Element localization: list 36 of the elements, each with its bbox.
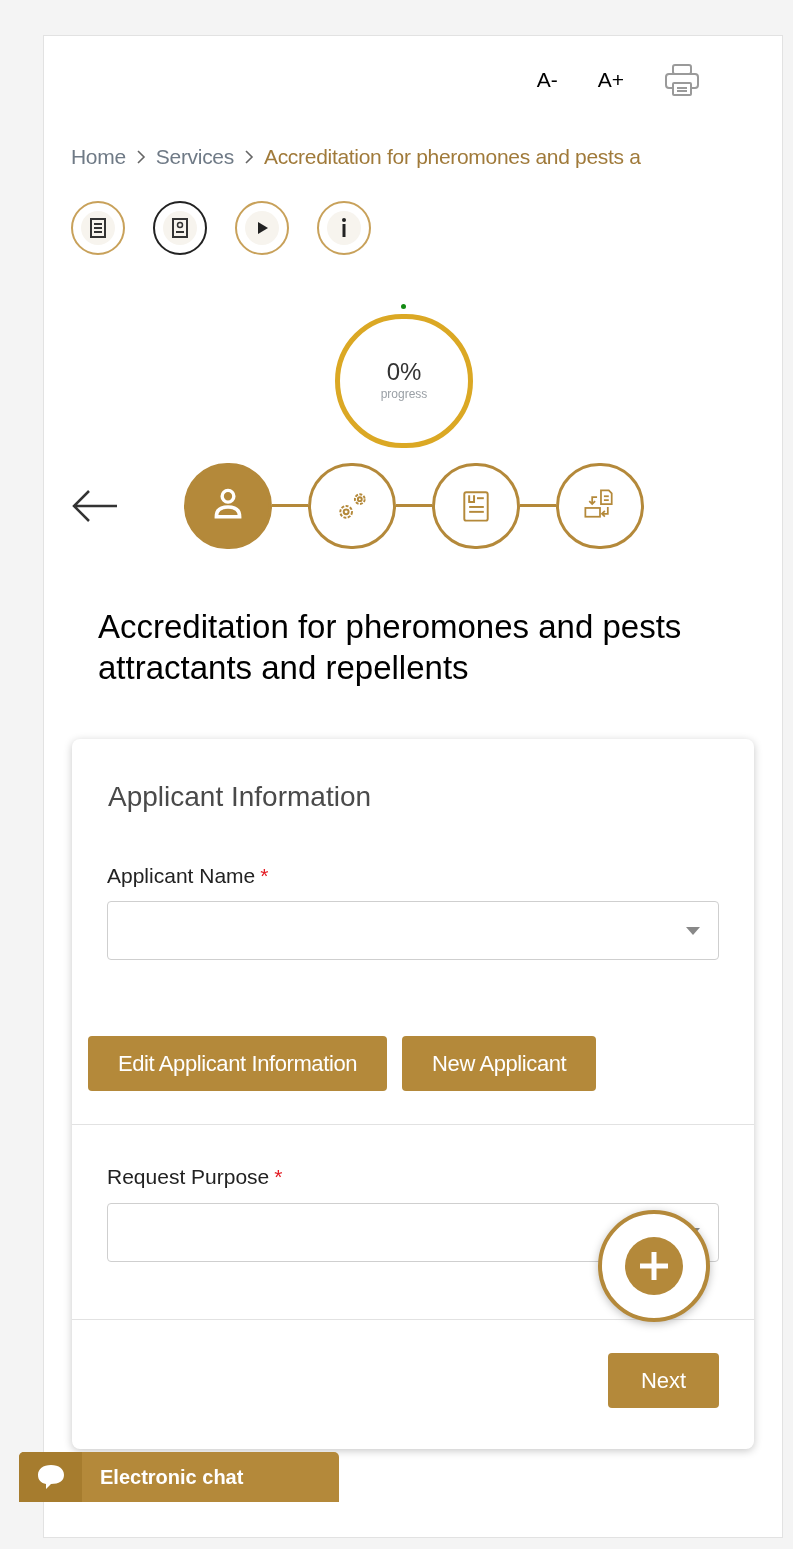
font-increase-button[interactable]: A+ xyxy=(597,64,624,96)
back-arrow-icon[interactable] xyxy=(71,488,119,523)
breadcrumb-link[interactable]: Services xyxy=(155,141,234,173)
plus-icon xyxy=(625,1237,683,1295)
chat-bubble-icon xyxy=(35,1463,66,1491)
breadcrumb-link[interactable]: Home xyxy=(71,141,126,173)
service-info-button[interactable] xyxy=(71,200,125,255)
breadcrumb-link[interactable]: Accreditation for pheromones and pests a xyxy=(263,141,641,173)
progress-label: progress xyxy=(380,385,428,403)
print-icon[interactable] xyxy=(664,63,700,97)
select-field[interactable] xyxy=(107,901,719,960)
required-asterisk: * xyxy=(274,1164,283,1190)
font-decrease-button[interactable]: A- xyxy=(536,64,558,96)
chevron-right-icon xyxy=(135,148,146,165)
page-title: Accreditation for pheromones and pests attractants and repellents xyxy=(98,606,683,688)
id-card-icon xyxy=(172,217,188,238)
required-asterisk: * xyxy=(260,862,269,889)
info-icon xyxy=(342,217,346,237)
service-info-button[interactable] xyxy=(153,200,207,255)
document-exchange-icon xyxy=(584,489,613,518)
chat-button[interactable]: Electronic chat xyxy=(19,1452,339,1502)
field-label: Request Purpose xyxy=(107,1164,270,1190)
clipboard-icon xyxy=(463,490,489,522)
next-button[interactable]: Next xyxy=(608,1352,719,1408)
progress-value: 0% xyxy=(386,358,422,385)
dropdown-caret-icon xyxy=(686,926,700,935)
chevron-right-icon xyxy=(243,148,254,165)
play-icon xyxy=(258,221,268,234)
person-icon xyxy=(214,488,242,518)
action-button[interactable]: Edit Applicant Information xyxy=(88,1036,388,1091)
field-label: Applicant Name xyxy=(107,862,256,889)
progress-marker xyxy=(401,303,406,309)
document-icon xyxy=(90,217,106,238)
action-button[interactable]: New Applicant xyxy=(402,1036,597,1091)
gears-icon xyxy=(339,492,366,519)
section-heading: Applicant Information xyxy=(107,779,373,814)
